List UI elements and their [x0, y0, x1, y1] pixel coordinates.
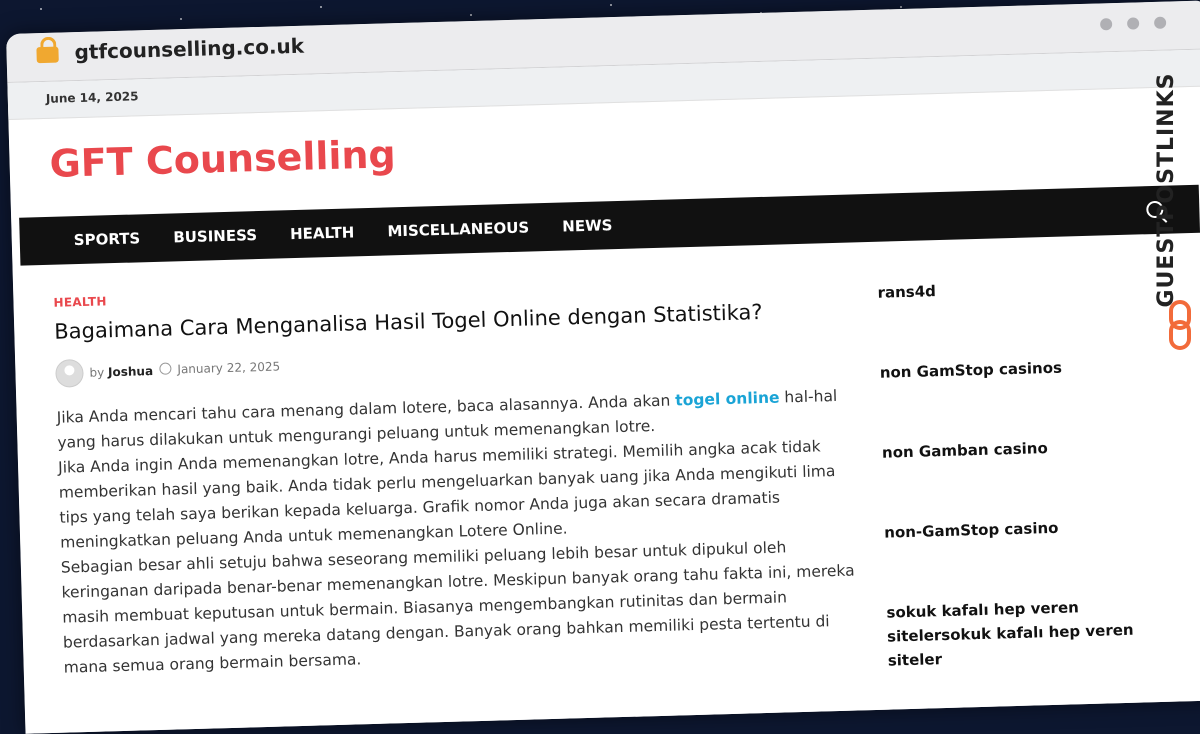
nav-item-news[interactable]: NEWS [548, 201, 627, 251]
sidebar-link[interactable]: non-GamStop casino [884, 512, 1186, 600]
sidebar-link[interactable]: non GamStop casinos [879, 352, 1181, 440]
author-link[interactable]: Joshua [108, 364, 153, 379]
paragraph: Sebagian besar ahli setuju bahwa seseora… [60, 538, 855, 677]
site-brand[interactable]: GFT Counselling [49, 132, 396, 186]
sidebar-link[interactable]: rans4d [877, 272, 1179, 360]
browser-window: gtfcounselling.co.uk June 14, 2025 GFT C… [6, 0, 1200, 734]
sidebar-link[interactable]: non Gamban casino [882, 432, 1184, 520]
article-meta: by Joshua January 22, 2025 [55, 337, 855, 388]
window-dot-icon[interactable] [1099, 18, 1113, 31]
avatar [55, 358, 84, 388]
article: HEALTH Bagaimana Cara Menganalisa Hasil … [53, 273, 863, 680]
togel-online-link[interactable]: togel online [675, 389, 780, 410]
window-dot-icon[interactable] [1153, 16, 1167, 29]
window-dot-icon[interactable] [1126, 17, 1140, 30]
top-bar-date: June 14, 2025 [45, 89, 139, 106]
nav-item-sports[interactable]: SPORTS [59, 214, 155, 265]
nav-item-business[interactable]: BUSINESS [159, 211, 272, 262]
window-controls [1090, 14, 1167, 35]
byline: by Joshua [89, 364, 153, 380]
web-page: June 14, 2025 GFT Counselling SPORTS BUS… [7, 49, 1200, 734]
article-body: Jika Anda mencari tahu cara menang dalam… [56, 383, 863, 680]
nav-item-health[interactable]: HEALTH [275, 208, 369, 259]
nav-item-miscellaneous[interactable]: MISCELLANEOUS [373, 203, 544, 256]
address-bar[interactable]: gtfcounselling.co.uk [74, 34, 304, 64]
watermark-text: GUESTPOSTLINKS [1154, 72, 1179, 308]
sidebar-link[interactable]: sokuk kafalı hep veren sitelersokuk kafa… [886, 592, 1188, 680]
lock-icon [36, 46, 59, 64]
link-logo-icon [1169, 300, 1191, 350]
clock-icon [159, 362, 172, 375]
main-navigation: SPORTS BUSINESS HEALTH MISCELLANEOUS NEW… [19, 184, 1200, 266]
byline-prefix: by [89, 365, 105, 380]
publish-date: January 22, 2025 [177, 359, 281, 377]
